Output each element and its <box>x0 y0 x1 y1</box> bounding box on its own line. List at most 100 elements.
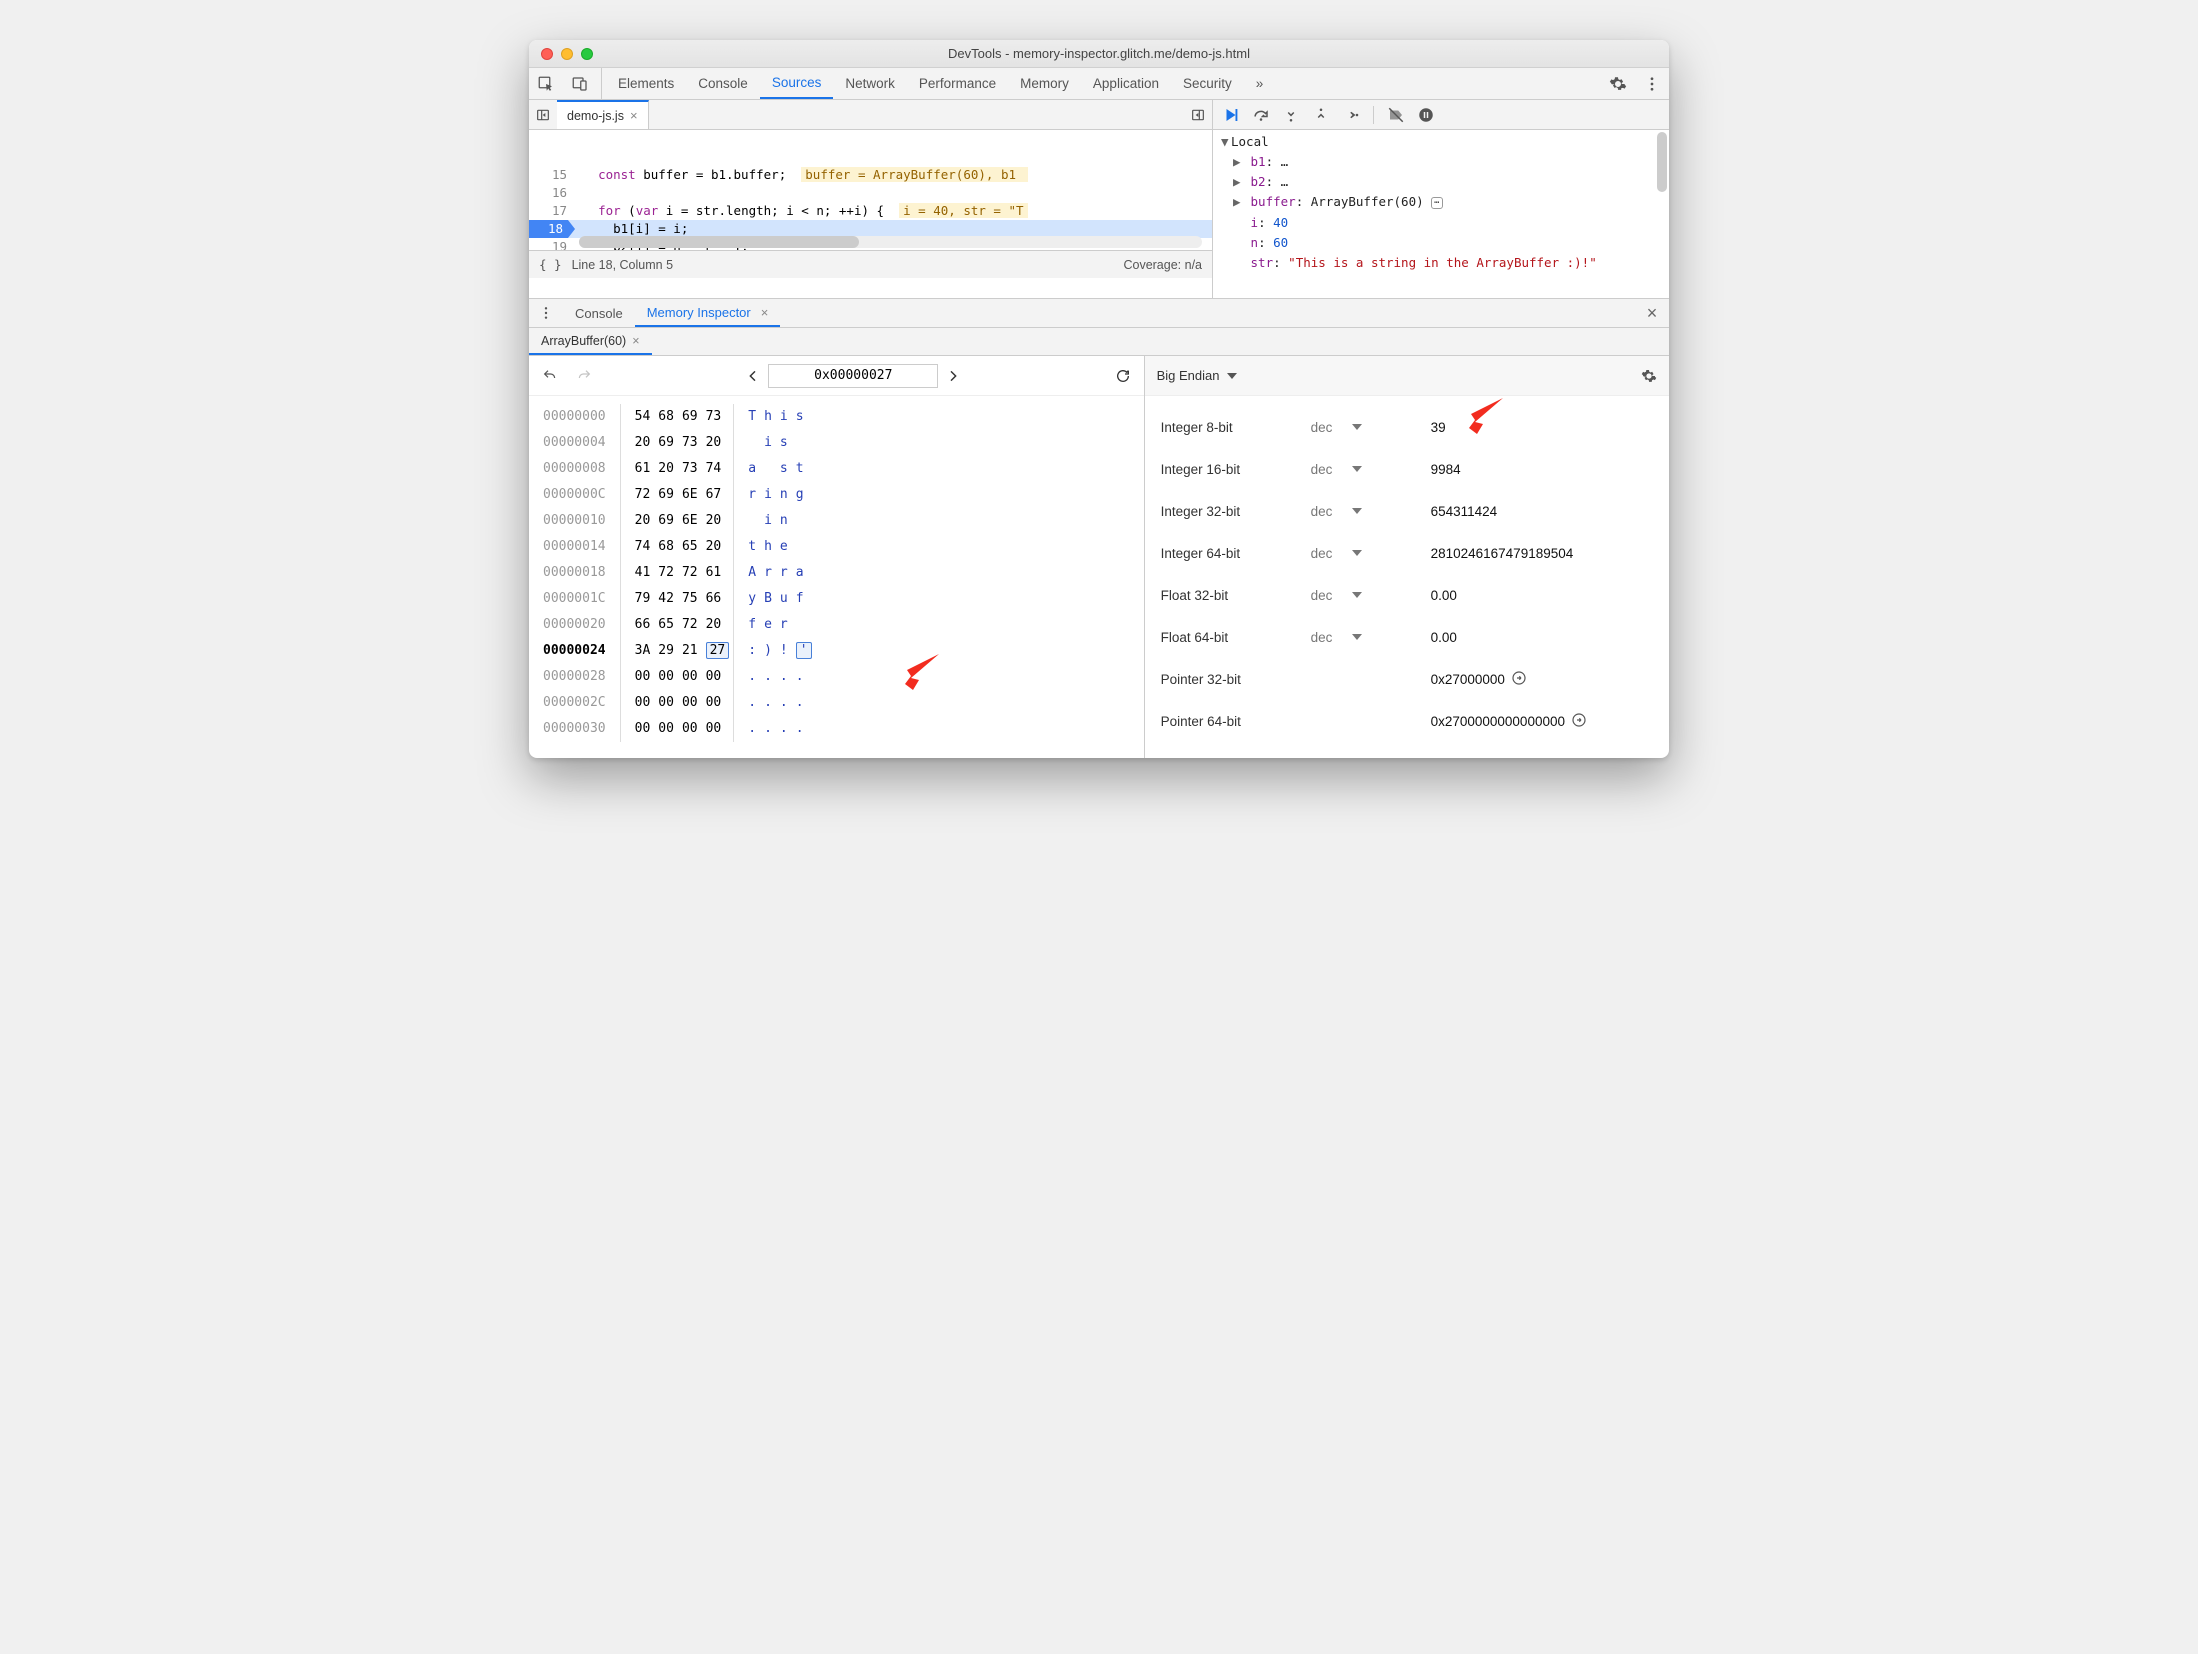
close-drawer-tab-icon[interactable]: × <box>761 305 769 320</box>
hex-byte[interactable]: 68 <box>654 404 678 430</box>
hex-ascii[interactable]: i <box>760 430 776 456</box>
hex-ascii[interactable]: e <box>760 612 776 638</box>
tab-sources[interactable]: Sources <box>760 68 834 99</box>
hex-byte[interactable]: 69 <box>654 508 678 534</box>
hex-row[interactable]: 000000243A292127:)!' <box>539 638 816 664</box>
value-format-select[interactable]: dec <box>1311 504 1431 519</box>
hex-ascii[interactable]: r <box>776 612 792 638</box>
hex-byte[interactable]: 00 <box>654 716 678 742</box>
refresh-icon[interactable] <box>1110 363 1136 389</box>
hex-ascii[interactable] <box>792 430 816 456</box>
hex-byte[interactable]: 00 <box>678 690 702 716</box>
hex-row[interactable]: 0000001474686520the <box>539 534 816 560</box>
hex-row[interactable]: 0000003000000000.... <box>539 716 816 742</box>
hex-ascii[interactable]: t <box>792 456 816 482</box>
scope-row[interactable]: ▶ buffer: ArrayBuffer(60) ⋯ <box>1233 192 1661 213</box>
hex-ascii[interactable]: s <box>776 430 792 456</box>
hex-byte[interactable]: 61 <box>702 560 734 586</box>
hex-byte[interactable]: 20 <box>702 612 734 638</box>
hex-row[interactable]: 0000000C72696E67ring <box>539 482 816 508</box>
hex-byte[interactable]: 68 <box>654 534 678 560</box>
hex-row[interactable]: 0000000054686973This <box>539 404 816 430</box>
hex-ascii[interactable]: i <box>776 404 792 430</box>
hex-byte[interactable]: 00 <box>654 690 678 716</box>
hex-row[interactable]: 0000001841727261Arra <box>539 560 816 586</box>
tab-network[interactable]: Network <box>833 68 907 99</box>
hex-byte[interactable]: 66 <box>620 612 654 638</box>
hex-row[interactable]: 0000002C00000000.... <box>539 690 816 716</box>
step-icon[interactable] <box>1337 106 1365 124</box>
hex-byte[interactable]: 69 <box>654 482 678 508</box>
hex-byte[interactable]: 42 <box>654 586 678 612</box>
hex-byte[interactable]: 72 <box>678 612 702 638</box>
tab-overflow[interactable]: » <box>1244 68 1276 99</box>
hex-ascii[interactable] <box>734 430 760 456</box>
address-input[interactable] <box>768 364 938 388</box>
scope-row[interactable]: str: "This is a string in the ArrayBuffe… <box>1233 253 1661 273</box>
hex-grid[interactable]: 0000000054686973This0000000420697320 is … <box>529 396 1144 756</box>
hex-ascii[interactable]: h <box>760 534 776 560</box>
hex-byte[interactable]: 20 <box>654 456 678 482</box>
hex-ascii[interactable] <box>792 612 816 638</box>
drawer-tab-console[interactable]: Console <box>563 299 635 327</box>
hex-byte[interactable]: 67 <box>702 482 734 508</box>
value-format-select[interactable]: dec <box>1311 420 1431 435</box>
hex-byte[interactable]: 00 <box>702 664 734 690</box>
scope-row[interactable]: ▶ b1: … <box>1233 152 1661 172</box>
scope-row[interactable]: n: 60 <box>1233 233 1661 253</box>
hex-byte[interactable]: 72 <box>678 560 702 586</box>
value-format-select[interactable]: dec <box>1311 546 1431 561</box>
hex-row[interactable]: 0000000861207374a st <box>539 456 816 482</box>
hex-byte[interactable]: 20 <box>702 534 734 560</box>
code-editor[interactable]: 15 const buffer = b1.buffer; buffer = Ar… <box>529 130 1212 250</box>
hex-row[interactable]: 0000000420697320 is <box>539 430 816 456</box>
hex-byte[interactable]: 41 <box>620 560 654 586</box>
resume-icon[interactable] <box>1217 106 1245 124</box>
hex-ascii[interactable]: f <box>734 612 760 638</box>
hex-ascii[interactable]: A <box>734 560 760 586</box>
hex-ascii[interactable]: . <box>734 690 760 716</box>
hex-ascii[interactable]: h <box>760 404 776 430</box>
hex-row[interactable]: 0000002800000000.... <box>539 664 816 690</box>
hex-ascii[interactable]: . <box>792 664 816 690</box>
hex-ascii[interactable]: . <box>734 664 760 690</box>
hex-byte[interactable]: 3A <box>620 638 654 664</box>
hex-ascii[interactable]: i <box>760 508 776 534</box>
hex-ascii[interactable]: r <box>734 482 760 508</box>
hex-ascii[interactable]: n <box>776 482 792 508</box>
hex-byte[interactable]: 72 <box>654 560 678 586</box>
hex-ascii[interactable]: ! <box>776 638 792 664</box>
hex-ascii[interactable]: . <box>760 716 776 742</box>
tab-security[interactable]: Security <box>1171 68 1244 99</box>
value-settings-gear-icon[interactable] <box>1641 368 1657 384</box>
hex-row[interactable]: 0000001C79427566yBuf <box>539 586 816 612</box>
redo-icon[interactable] <box>571 363 597 389</box>
hex-ascii[interactable]: n <box>776 508 792 534</box>
line-number[interactable]: 15 <box>529 166 575 184</box>
endianness-select[interactable]: Big Endian <box>1157 368 1238 383</box>
hex-ascii[interactable]: t <box>734 534 760 560</box>
hex-byte[interactable]: 66 <box>702 586 734 612</box>
hex-byte[interactable]: 20 <box>702 430 734 456</box>
hex-byte[interactable]: 73 <box>702 404 734 430</box>
scope-row[interactable]: i: 40 <box>1233 213 1661 233</box>
line-number[interactable]: 19 <box>529 238 575 250</box>
memory-buffer-tab[interactable]: ArrayBuffer(60) × <box>529 328 652 355</box>
value-format-select[interactable]: dec <box>1311 462 1431 477</box>
hex-byte[interactable]: 61 <box>620 456 654 482</box>
hex-byte[interactable]: 00 <box>678 716 702 742</box>
hex-ascii[interactable]: B <box>760 586 776 612</box>
line-number[interactable]: 16 <box>529 184 575 202</box>
hex-byte[interactable]: 00 <box>620 716 654 742</box>
hex-byte[interactable]: 75 <box>678 586 702 612</box>
hex-ascii[interactable]: s <box>776 456 792 482</box>
hex-ascii[interactable]: : <box>734 638 760 664</box>
hex-byte[interactable]: 69 <box>654 430 678 456</box>
hex-byte[interactable]: 00 <box>678 664 702 690</box>
hex-byte[interactable]: 73 <box>678 456 702 482</box>
hex-byte[interactable]: 6E <box>678 508 702 534</box>
tab-performance[interactable]: Performance <box>907 68 1008 99</box>
value-format-select[interactable]: dec <box>1311 588 1431 603</box>
hex-row[interactable]: 0000002066657220fer <box>539 612 816 638</box>
hex-ascii[interactable]: ' <box>792 638 816 664</box>
